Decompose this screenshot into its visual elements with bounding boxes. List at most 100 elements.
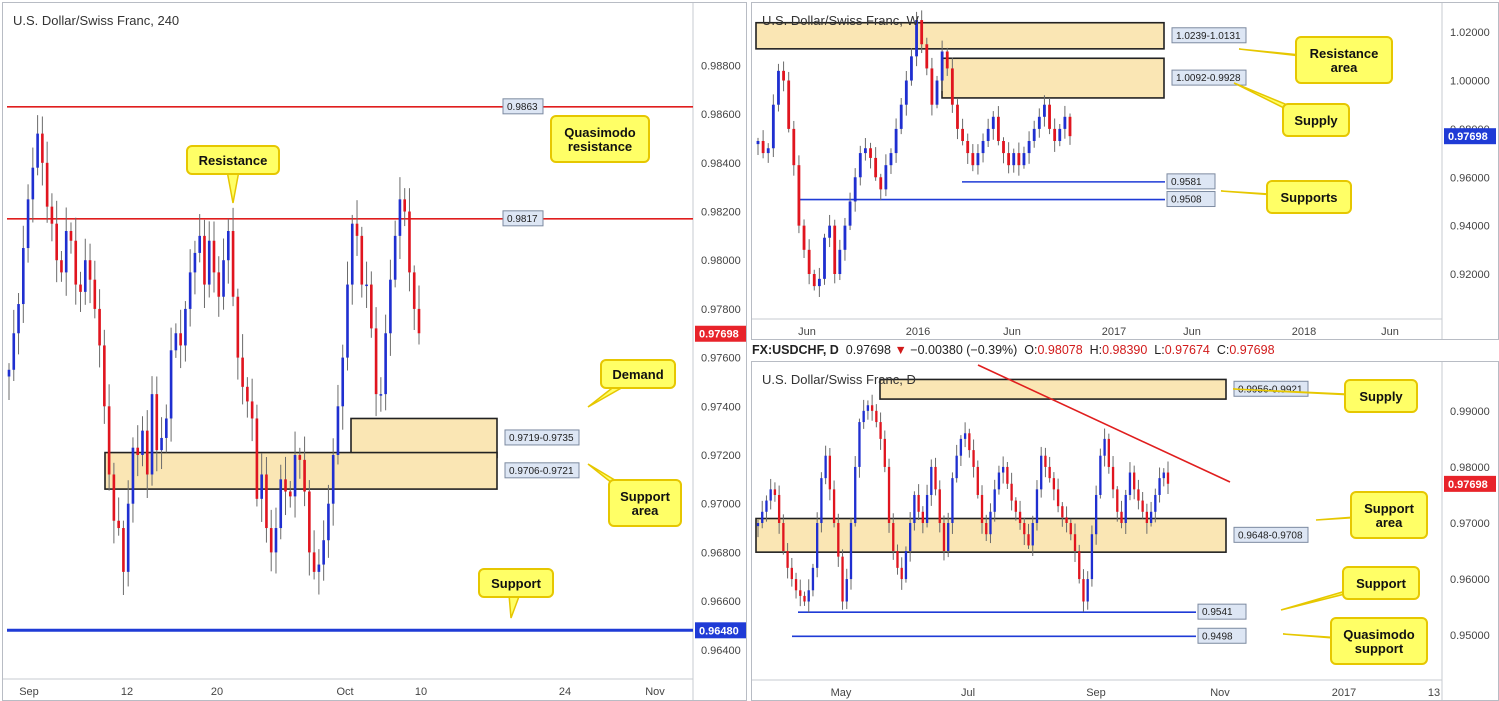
price-tick-label: 1.02000: [1450, 27, 1490, 39]
time-tick-label: 2017: [1332, 687, 1356, 699]
bear-candle: [45, 162, 49, 207]
h4-chart[interactable]: 0.98800 0.98600 0.98400 0.98200 0.98000 0.978…: [3, 3, 746, 700]
bear-candle: [792, 128, 796, 166]
bear-candle: [1145, 511, 1149, 523]
bull-candle: [899, 104, 903, 129]
bear-candle: [879, 422, 882, 439]
bear-candle: [950, 68, 954, 105]
bear-candle: [50, 206, 54, 224]
weekly-chart[interactable]: 1.020001.000000.980000.960000.940000.920…: [752, 3, 1498, 339]
bull-candle: [828, 225, 832, 238]
bear-candle: [1065, 517, 1068, 523]
bear-candle: [917, 494, 920, 512]
price-tick-label: 0.96600: [701, 596, 741, 608]
bull-candle: [910, 56, 913, 81]
zone-label: 1.0092-0.9928: [1176, 73, 1241, 84]
bull-candle: [909, 523, 912, 552]
bull-candle: [17, 304, 20, 334]
chart-title: U.S. Dollar/Swiss Franc, D: [762, 372, 916, 387]
bear-candle: [69, 231, 73, 241]
bear-candle: [966, 140, 970, 154]
bear-candle: [874, 157, 878, 178]
bull-candle: [1158, 478, 1161, 495]
bear-candle: [212, 240, 216, 273]
weekly-chart-panel[interactable]: 1.020001.000000.980000.960000.940000.920…: [751, 2, 1499, 340]
bull-candle: [862, 410, 865, 423]
bull-candle: [346, 284, 349, 358]
bull-candle: [777, 70, 780, 105]
bear-candle: [98, 308, 101, 346]
bull-candle: [1154, 494, 1157, 512]
support-price-label: 0.96480: [699, 625, 739, 637]
bull-candle: [904, 80, 908, 105]
bull-candle: [1037, 116, 1041, 129]
last-price-label: 0.97698: [1448, 131, 1488, 143]
bull-candle: [198, 235, 202, 253]
daily-chart[interactable]: 0.99000 0.98000 0.97000 0.96000 0.95000 May Ju…: [752, 362, 1498, 700]
bear-candle: [971, 153, 975, 166]
bear-candle: [1137, 489, 1140, 501]
bear-candle: [875, 410, 878, 423]
bull-candle: [811, 567, 815, 591]
bull-candle: [894, 128, 898, 154]
zone-label: 0.9719-0.9735: [509, 433, 574, 444]
bear-candle: [837, 523, 840, 557]
callout-text: support: [1355, 641, 1404, 656]
price-tick-label: 0.97200: [701, 450, 741, 462]
bull-candle: [993, 489, 996, 512]
bear-candle: [782, 523, 785, 552]
level-label: 0.9541: [1202, 607, 1233, 618]
bear-candle: [1082, 579, 1085, 602]
bear-candle: [1018, 511, 1022, 523]
bull-candle: [165, 418, 168, 438]
level-label: 0.9863: [507, 102, 538, 113]
bear-candle: [284, 479, 287, 492]
bear-candle: [1048, 466, 1051, 479]
time-tick-label: 2016: [906, 326, 930, 338]
bear-candle: [1166, 472, 1170, 484]
bull-candle: [991, 116, 995, 129]
level-label: 0.9498: [1202, 631, 1233, 642]
bear-candle: [255, 418, 259, 499]
time-tick-label: Jun: [1381, 326, 1399, 338]
bear-candle: [79, 284, 82, 292]
bear-candle: [807, 249, 811, 275]
bear-candle: [1107, 438, 1110, 467]
bear-candle: [797, 165, 801, 226]
bear-candle: [900, 567, 903, 580]
low-label: L:: [1154, 343, 1165, 357]
bear-candle: [985, 523, 988, 535]
bull-candle: [1149, 511, 1153, 523]
bull-candle: [7, 369, 11, 377]
price-tick-label: 0.97800: [701, 304, 741, 316]
zone-box: [350, 417, 498, 459]
bear-candle: [828, 455, 832, 490]
bull-candle: [807, 590, 810, 602]
price-tick-label: 0.96400: [701, 645, 741, 657]
time-tick-label: 10: [415, 686, 427, 698]
bear-candle: [976, 466, 979, 495]
bull-candle: [36, 133, 39, 168]
bear-candle: [250, 401, 254, 419]
bear-candle: [112, 474, 116, 521]
callout-text: Support: [1356, 576, 1406, 591]
symbol-label[interactable]: FX:USDCHF, D: [752, 343, 839, 357]
time-tick-label: Sep: [19, 686, 39, 698]
open-value: 0.98078: [1037, 343, 1083, 357]
bull-candle: [765, 500, 768, 512]
bear-candle: [1141, 500, 1144, 512]
bear-candle: [1133, 472, 1136, 490]
h4-chart-panel[interactable]: 0.98800 0.98600 0.98400 0.98200 0.98000 0.978…: [2, 2, 747, 701]
ohlc-bar: FX:USDCHF, D 0.97698 ▼ −0.00380 (−0.39%)…: [752, 341, 1497, 359]
bull-candle: [1090, 534, 1094, 580]
bear-candle: [1010, 483, 1013, 501]
daily-chart-panel[interactable]: 0.99000 0.98000 0.97000 0.96000 0.95000 May Ju…: [751, 361, 1499, 701]
bear-candle: [896, 551, 899, 568]
time-tick-label: 2018: [1292, 326, 1316, 338]
bear-candle: [996, 116, 1000, 141]
bear-candle: [786, 551, 789, 568]
time-tick-label: 13: [1428, 687, 1440, 699]
price-tick-label: 1.00000: [1450, 76, 1490, 88]
bear-candle: [303, 459, 306, 492]
bull-candle: [184, 308, 187, 346]
